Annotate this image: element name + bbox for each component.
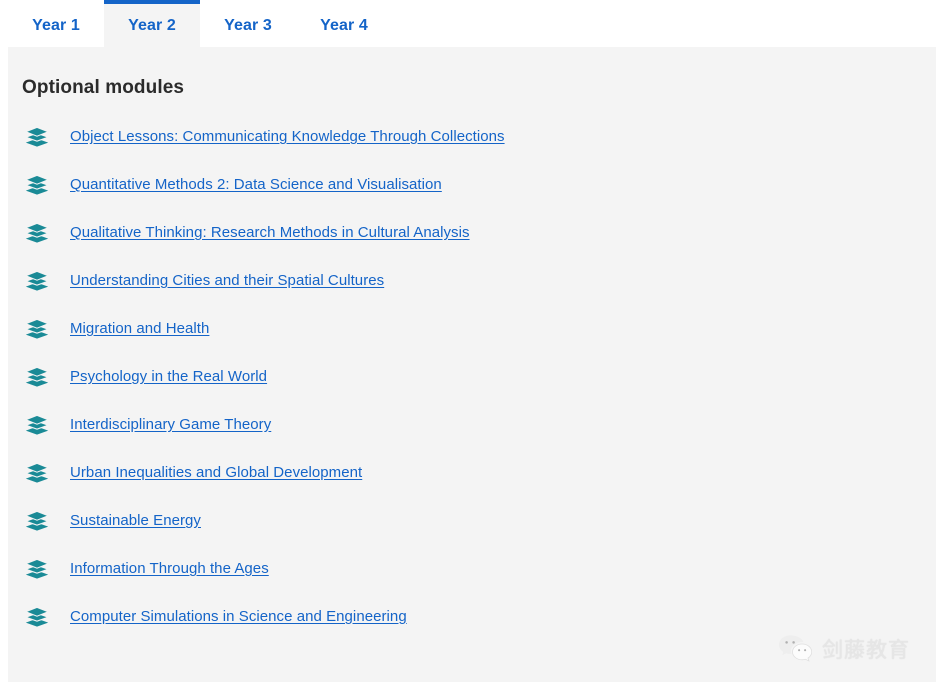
page-title: Optional modules <box>22 77 185 98</box>
module-link[interactable]: Computer Simulations in Science and Engi… <box>70 608 407 626</box>
list-item[interactable]: Psychology in the Real World <box>8 353 936 401</box>
list-item[interactable]: Migration and Health <box>8 305 936 353</box>
tab-year-3[interactable]: Year 3 <box>200 0 296 47</box>
tab-year-4[interactable]: Year 4 <box>296 0 392 47</box>
tab-label: Year 3 <box>224 16 272 34</box>
layers-icon <box>24 222 50 243</box>
module-link[interactable]: Interdisciplinary Game Theory <box>70 416 271 434</box>
list-item[interactable]: Information Through the Ages <box>8 545 936 593</box>
tab-year-2[interactable]: Year 2 <box>104 0 200 47</box>
module-link[interactable]: Sustainable Energy <box>70 512 201 530</box>
list-item[interactable]: Urban Inequalities and Global Developmen… <box>8 449 936 497</box>
tab-label: Year 4 <box>320 16 368 34</box>
module-link[interactable]: Information Through the Ages <box>70 560 269 578</box>
layers-icon <box>24 366 50 387</box>
tab-year-1[interactable]: Year 1 <box>8 0 104 47</box>
tab-label: Year 2 <box>128 16 176 34</box>
layers-icon <box>24 270 50 291</box>
module-link[interactable]: Psychology in the Real World <box>70 368 267 386</box>
module-link[interactable]: Qualitative Thinking: Research Methods i… <box>70 224 470 242</box>
layers-icon <box>24 558 50 579</box>
list-item[interactable]: Sustainable Energy <box>8 497 936 545</box>
layers-icon <box>24 174 50 195</box>
list-item[interactable]: Object Lessons: Communicating Knowledge … <box>8 113 936 161</box>
layers-icon <box>24 606 50 627</box>
year-tab-bar: Year 1 Year 2 Year 3 Year 4 <box>0 0 936 47</box>
tab-label: Year 1 <box>32 16 80 34</box>
list-item[interactable]: Understanding Cities and their Spatial C… <box>8 257 936 305</box>
layers-icon <box>24 462 50 483</box>
optional-modules-panel: Optional modules Object Lessons: Communi… <box>8 47 936 682</box>
layers-icon <box>24 318 50 339</box>
module-link[interactable]: Object Lessons: Communicating Knowledge … <box>70 128 505 146</box>
list-item[interactable]: Qualitative Thinking: Research Methods i… <box>8 209 936 257</box>
module-link[interactable]: Quantitative Methods 2: Data Science and… <box>70 176 442 194</box>
layers-icon <box>24 510 50 531</box>
module-list: Object Lessons: Communicating Knowledge … <box>8 113 936 641</box>
layers-icon <box>24 414 50 435</box>
module-link[interactable]: Understanding Cities and their Spatial C… <box>70 272 384 290</box>
list-item[interactable]: Computer Simulations in Science and Engi… <box>8 593 936 641</box>
list-item[interactable]: Interdisciplinary Game Theory <box>8 401 936 449</box>
module-link[interactable]: Urban Inequalities and Global Developmen… <box>70 464 362 482</box>
module-link[interactable]: Migration and Health <box>70 320 209 338</box>
list-item[interactable]: Quantitative Methods 2: Data Science and… <box>8 161 936 209</box>
layers-icon <box>24 126 50 147</box>
